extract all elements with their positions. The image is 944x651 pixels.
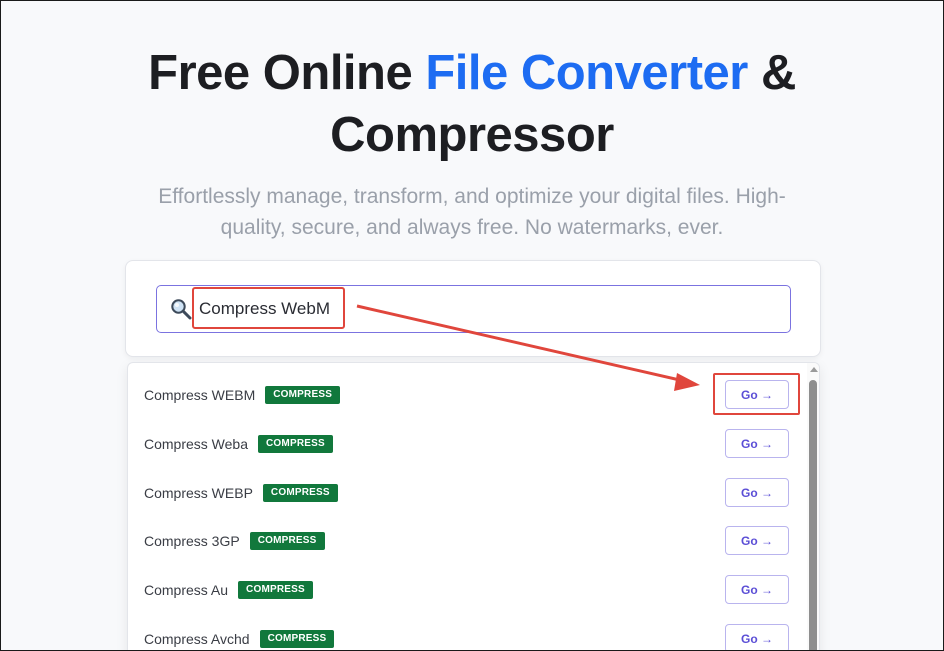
- compress-badge: COMPRESS: [265, 386, 341, 404]
- scroll-up-arrow-icon[interactable]: [810, 367, 818, 372]
- result-label: Compress 3GP: [144, 533, 240, 549]
- page-subtitle: Effortlessly manage, transform, and opti…: [158, 185, 786, 239]
- result-row-webm[interactable]: Compress WEBM COMPRESS Go →: [128, 363, 808, 412]
- page-title: Free Online File Converter & Compressor: [0, 42, 944, 166]
- go-button-weba[interactable]: Go →: [725, 429, 789, 458]
- title-part-1: Free Online: [148, 46, 426, 100]
- title-part-2: &: [747, 46, 796, 100]
- dropdown-scrollbar[interactable]: [807, 363, 819, 651]
- go-button-webp[interactable]: Go →: [725, 478, 789, 507]
- compress-badge: COMPRESS: [249, 532, 325, 550]
- go-button-3gp[interactable]: Go →: [725, 526, 789, 555]
- scrollbar-thumb[interactable]: [809, 380, 817, 651]
- compress-badge: COMPRESS: [262, 484, 338, 502]
- compress-badge: COMPRESS: [259, 630, 335, 648]
- result-row-au[interactable]: Compress Au COMPRESS Go →: [128, 558, 808, 607]
- title-line-2: Compressor: [330, 108, 614, 162]
- result-row-avchd[interactable]: Compress Avchd COMPRESS Go →: [128, 607, 808, 651]
- result-row-weba[interactable]: Compress Weba COMPRESS Go →: [128, 412, 808, 461]
- compress-badge: COMPRESS: [238, 581, 313, 599]
- title-accent: File Converter: [425, 46, 748, 100]
- result-row-3gp[interactable]: Compress 3GP COMPRESS Go →: [128, 509, 808, 558]
- go-button-avchd[interactable]: Go →: [725, 624, 789, 651]
- result-row-webp[interactable]: Compress WEBP COMPRESS Go →: [128, 461, 808, 510]
- result-label: Compress WEBP: [144, 485, 253, 501]
- result-label: Compress Au: [144, 582, 229, 598]
- magnifier-icon: [171, 299, 192, 320]
- go-button-au[interactable]: Go →: [725, 575, 789, 604]
- annotation-highlight-go-button: [713, 373, 800, 415]
- annotation-highlight-search: [192, 287, 345, 329]
- result-label: Compress Weba: [144, 436, 249, 452]
- result-label: Compress WEBM: [144, 387, 256, 403]
- result-label: Compress Avchd: [144, 631, 250, 647]
- compress-badge: COMPRESS: [258, 435, 333, 453]
